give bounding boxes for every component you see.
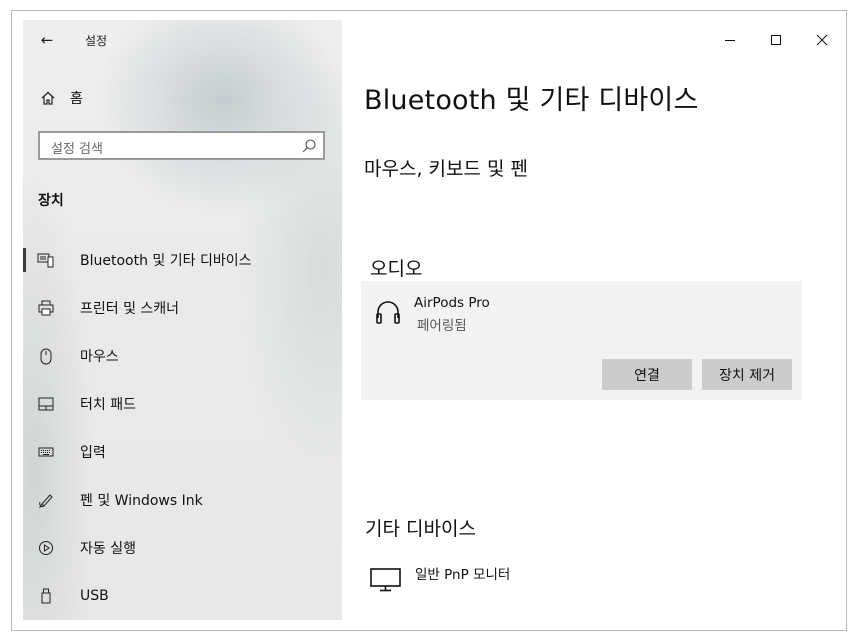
close-button[interactable] <box>799 20 845 60</box>
remove-device-button[interactable]: 장치 제거 <box>702 359 792 390</box>
device-name: AirPods Pro <box>414 295 490 311</box>
pen-icon <box>37 491 55 509</box>
section-title: 장치 <box>38 193 64 209</box>
sidebar-item-touchpad[interactable]: 터치 패드 <box>23 384 342 424</box>
close-icon <box>816 34 828 46</box>
maximize-icon <box>771 35 781 45</box>
search-box[interactable]: 설정 검색 <box>38 131 325 160</box>
other-device-item[interactable]: 일반 PnP 모니터 <box>367 560 807 600</box>
usb-icon <box>37 587 55 605</box>
sidebar-item-label: 자동 실행 <box>80 541 136 557</box>
minimize-icon <box>725 40 735 41</box>
minimize-button[interactable] <box>707 20 753 60</box>
home-label: 홈 <box>70 91 83 107</box>
autoplay-icon <box>37 539 55 557</box>
section-mouse-keyboard-pen: 마우스, 키보드 및 펜 <box>364 158 528 180</box>
headphones-icon <box>374 298 402 326</box>
device-name: 일반 PnP 모니터 <box>415 567 511 583</box>
printer-icon <box>37 299 55 317</box>
sidebar-item-usb[interactable]: USB <box>23 576 342 616</box>
arrow-left-icon: ← <box>40 31 54 49</box>
audio-device-card[interactable]: AirPods Pro 페어링됨 연결 장치 제거 <box>361 281 802 400</box>
sidebar-item-label: 터치 패드 <box>80 397 136 413</box>
main-content: Bluetooth 및 기타 디바이스 마우스, 키보드 및 펜 오디오 Air… <box>342 20 845 620</box>
page-title: Bluetooth 및 기타 디바이스 <box>364 85 699 116</box>
app-title: 설정 <box>85 34 108 48</box>
sidebar: ← 설정 홈 설정 검색 장치 Bluetooth 및 기타 디바이스 프린터 … <box>23 20 352 620</box>
home-icon <box>39 89 57 107</box>
sidebar-item-bluetooth[interactable]: Bluetooth 및 기타 디바이스 <box>23 240 342 280</box>
sidebar-item-label: USB <box>80 588 109 604</box>
window-controls <box>707 20 845 60</box>
selected-indicator <box>23 248 26 272</box>
search-icon[interactable] <box>301 138 317 154</box>
bluetooth-devices-icon <box>37 251 55 269</box>
sidebar-item-label: 펜 및 Windows Ink <box>80 493 203 509</box>
monitor-icon <box>370 567 402 593</box>
maximize-button[interactable] <box>753 20 799 60</box>
title-bar: ← 설정 <box>23 20 342 60</box>
sidebar-item-label: 입력 <box>80 445 106 461</box>
keyboard-icon <box>37 443 55 461</box>
sidebar-item-pen[interactable]: 펜 및 Windows Ink <box>23 480 342 520</box>
sidebar-item-mouse[interactable]: 마우스 <box>23 336 342 376</box>
sidebar-item-label: 프린터 및 스캐너 <box>80 301 180 317</box>
search-placeholder: 설정 검색 <box>51 142 103 157</box>
home-link[interactable]: 홈 <box>39 86 83 110</box>
section-audio: 오디오 <box>370 258 423 280</box>
section-other-devices: 기타 디바이스 <box>365 518 476 540</box>
back-button[interactable]: ← <box>37 30 57 50</box>
mouse-icon <box>37 347 55 365</box>
settings-window: ← 설정 홈 설정 검색 장치 Bluetooth 및 기타 디바이스 프린터 … <box>11 10 847 631</box>
sidebar-item-autoplay[interactable]: 자동 실행 <box>23 528 342 568</box>
sidebar-item-label: Bluetooth 및 기타 디바이스 <box>80 253 252 269</box>
sidebar-item-printers[interactable]: 프린터 및 스캐너 <box>23 288 342 328</box>
connect-button[interactable]: 연결 <box>602 359 692 390</box>
touchpad-icon <box>37 395 55 413</box>
device-status: 페어링됨 <box>417 318 467 334</box>
sidebar-item-label: 마우스 <box>80 349 119 365</box>
sidebar-item-typing[interactable]: 입력 <box>23 432 342 472</box>
